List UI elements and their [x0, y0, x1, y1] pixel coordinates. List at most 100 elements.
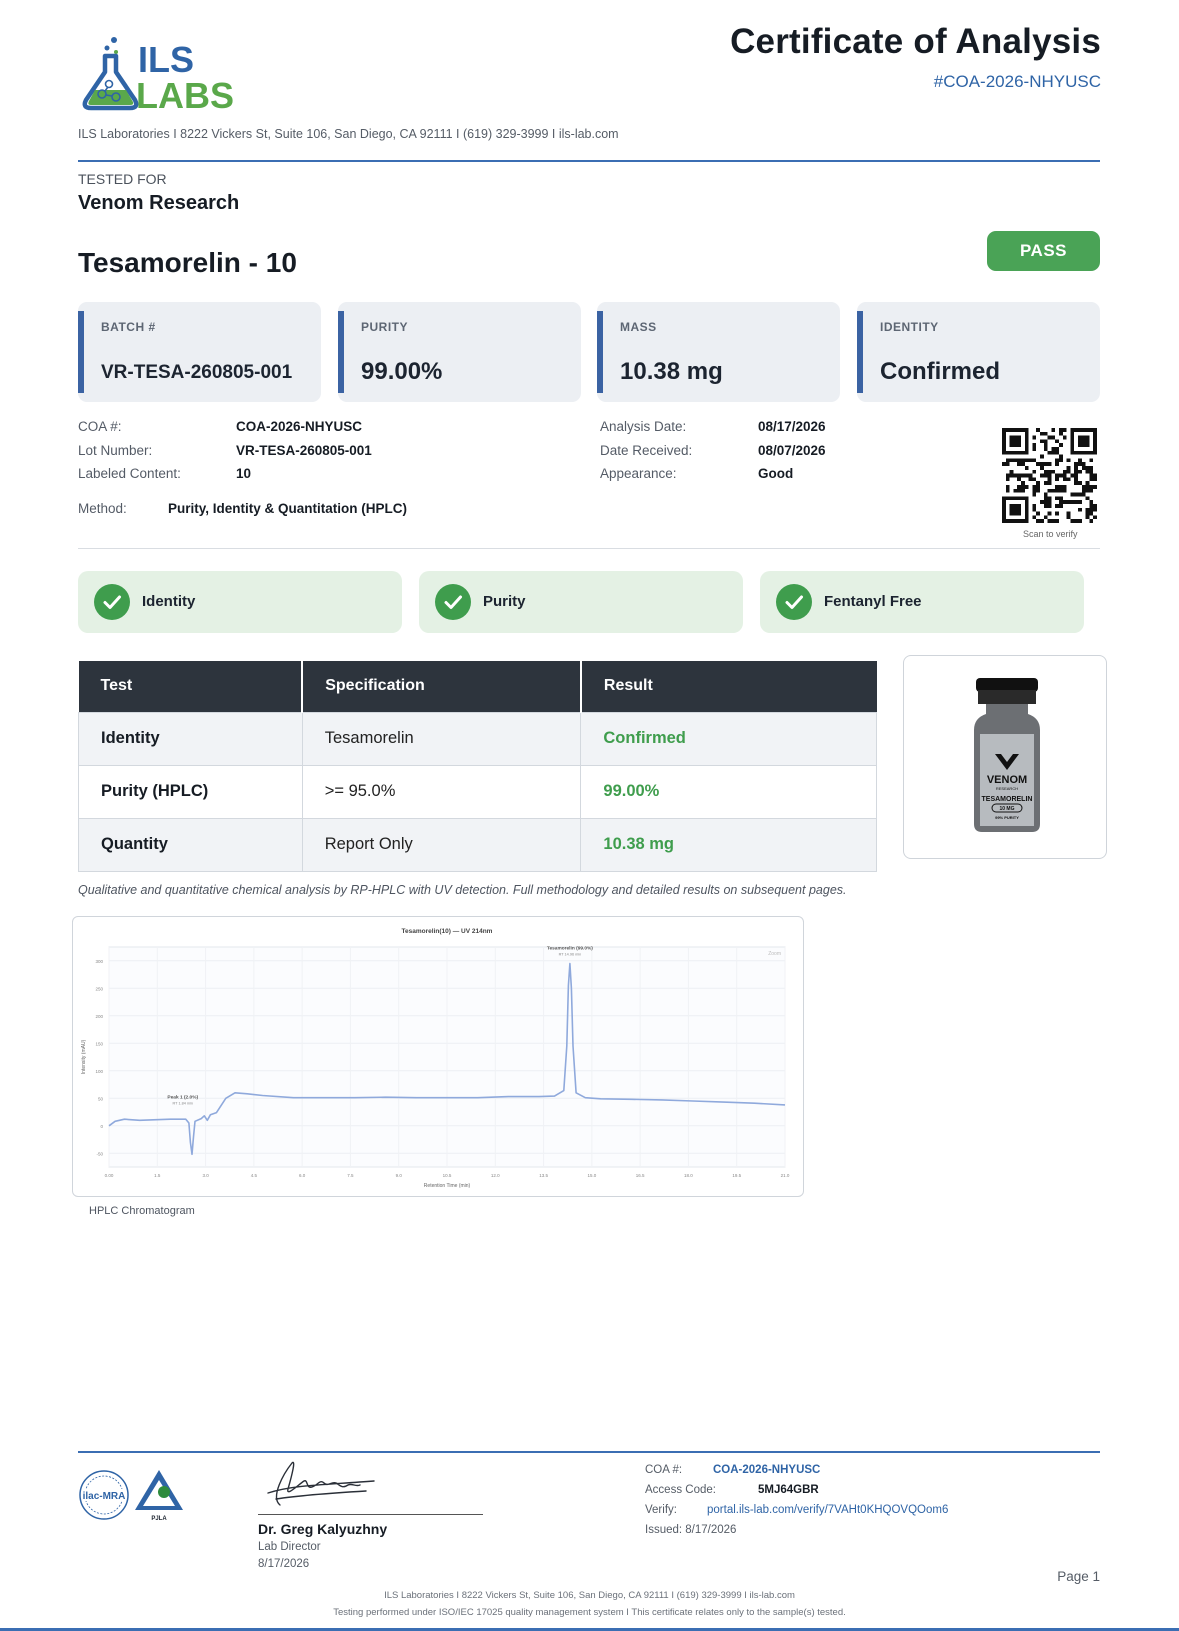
- column-header: Specification: [302, 661, 582, 712]
- qr-module: [1074, 519, 1078, 523]
- qr-module: [1032, 515, 1037, 520]
- coa-number-value: COA-2026-NHYUSC: [236, 419, 363, 434]
- qr-module: [1036, 519, 1040, 523]
- qr-module: [1005, 485, 1010, 489]
- chart-title: Tesamorelin(10) — UV 214nm: [402, 928, 493, 935]
- test-cell: Identity: [78, 711, 303, 766]
- signer-name: Dr. Greg Kalyuzhny: [258, 1521, 388, 1537]
- card-value: 10.38 mg: [620, 358, 723, 385]
- details-divider: [78, 548, 1100, 549]
- qr-module: [1070, 473, 1075, 478]
- fentanyl-free-check: Fentanyl Free: [760, 571, 1084, 633]
- qr-module: [1047, 481, 1052, 485]
- qr-module: [1089, 504, 1094, 508]
- qr-module: [1005, 496, 1010, 501]
- qr-module: [1002, 428, 1006, 432]
- qr-module: [1081, 466, 1086, 470]
- qr-module: [1002, 500, 1006, 504]
- qr-module: [1055, 488, 1059, 493]
- qr-module: [1070, 428, 1075, 432]
- verify-qr-code[interactable]: [1002, 428, 1097, 523]
- peak-label: Peak 1 (2.0%): [167, 1095, 198, 1101]
- check-label: Fentanyl Free: [824, 593, 922, 610]
- qr-module: [1013, 439, 1018, 444]
- qr-module: [1055, 519, 1059, 523]
- qr-module: [1036, 462, 1040, 466]
- card-value: VR-TESA-260805-001: [101, 362, 293, 383]
- qr-module: [1032, 507, 1037, 512]
- qr-module: [1089, 507, 1094, 512]
- verify-link[interactable]: portal.ils-lab.com/verify/7VAHt0KHQOVQOo…: [707, 1504, 948, 1516]
- table-row: Quantity Report Only 10.38 mg: [78, 817, 877, 872]
- qr-module: [1059, 431, 1063, 436]
- qr-module: [1074, 500, 1078, 504]
- qr-module: [1070, 435, 1075, 440]
- director-signature: [267, 1461, 375, 1506]
- qr-module: [1093, 439, 1097, 444]
- x-tick-label: 12.0: [491, 1173, 500, 1178]
- qr-module: [1024, 435, 1029, 440]
- qr-module: [1085, 443, 1090, 447]
- checkmark-icon: [776, 584, 812, 620]
- x-tick-label: 0.00: [105, 1173, 114, 1178]
- qr-module: [1043, 469, 1048, 474]
- check-label: Purity: [483, 593, 526, 610]
- product-name: Tesamorelin - 10: [78, 247, 297, 278]
- qr-module: [1055, 477, 1059, 482]
- qr-module: [1093, 504, 1097, 508]
- y-tick-label: -50: [96, 1151, 103, 1156]
- qr-module: [1089, 473, 1094, 478]
- qr-module: [1024, 428, 1029, 432]
- qr-module: [1005, 428, 1010, 432]
- qr-module: [1074, 477, 1078, 482]
- qr-module: [1085, 511, 1090, 516]
- x-tick-label: 15.0: [587, 1173, 596, 1178]
- qr-module: [1024, 473, 1029, 478]
- qr-module: [1070, 500, 1075, 504]
- qr-module: [1043, 439, 1048, 444]
- certificate-id: #COA-2026-NHYUSC: [933, 72, 1101, 91]
- footer-disclaimer: Testing performed under ISO/IEC 17025 qu…: [333, 1607, 846, 1618]
- qr-module: [1024, 511, 1029, 516]
- qr-module: [1043, 496, 1048, 501]
- accreditation-seals: ilac-MRA PJLA: [79, 1470, 183, 1522]
- qr-module: [1036, 485, 1040, 489]
- qr-module: [1002, 519, 1006, 523]
- qr-module: [1024, 447, 1029, 451]
- qr-module: [1009, 443, 1014, 447]
- qr-module: [1040, 431, 1044, 436]
- qr-module: [1051, 435, 1056, 440]
- qr-module: [1093, 473, 1097, 478]
- qr-module: [1074, 469, 1078, 474]
- qr-module: [1070, 447, 1075, 451]
- qr-module: [1017, 488, 1021, 493]
- qr-module: [1089, 477, 1094, 482]
- qr-module: [1089, 485, 1094, 489]
- qr-module: [1051, 519, 1056, 523]
- qr-module: [1074, 462, 1078, 466]
- y-tick-label: 300: [95, 959, 103, 964]
- qr-module: [1047, 469, 1052, 474]
- footer-coa-value[interactable]: COA-2026-NHYUSC: [713, 1464, 820, 1476]
- qr-module: [1078, 500, 1082, 504]
- card-label: PURITY: [361, 320, 409, 334]
- qr-module: [1021, 485, 1025, 489]
- card-label: MASS: [620, 320, 657, 334]
- qr-module: [1024, 450, 1029, 455]
- qr-module: [1062, 485, 1067, 489]
- qr-module: [1002, 511, 1006, 516]
- qr-module: [1040, 466, 1044, 470]
- qr-module: [1013, 507, 1018, 512]
- logo-bottom-text: LABS: [136, 75, 234, 112]
- qr-module: [1009, 519, 1014, 523]
- qr-module: [1047, 500, 1052, 504]
- identity-card: IDENTITY Confirmed: [857, 302, 1100, 402]
- qr-module: [1081, 450, 1086, 455]
- qr-module: [1009, 496, 1014, 501]
- qr-module: [1002, 447, 1006, 451]
- identity-check: Identity: [78, 571, 402, 633]
- qr-module: [1021, 450, 1025, 455]
- qr-module: [1078, 492, 1082, 497]
- qr-module: [1043, 492, 1048, 497]
- qr-module: [1066, 469, 1071, 474]
